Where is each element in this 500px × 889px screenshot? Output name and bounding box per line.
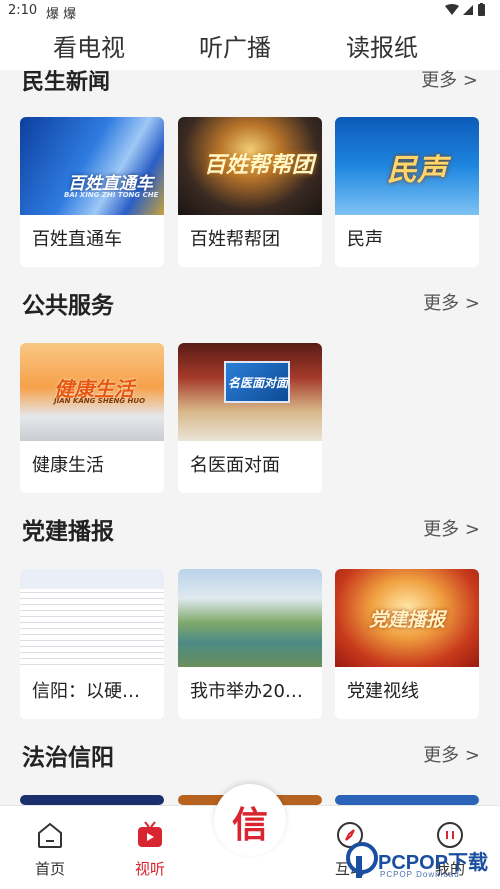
- tab-watch-tv[interactable]: 看电视: [53, 28, 125, 63]
- watermark: PCPOP下载 PCPOP Download: [346, 840, 496, 886]
- section-header-rule-of-law: 法治信阳 更多 >: [0, 734, 500, 774]
- video-card[interactable]: 百姓直通车 BAI XING ZHI TONG CHE 百姓直通车: [20, 117, 164, 267]
- thumbnail: 健康生活 JIAN KANG SHENG HUO: [20, 343, 164, 441]
- thumbnail: 名医面对面: [178, 343, 322, 441]
- more-link[interactable]: 更多 >: [423, 515, 480, 541]
- tv-icon: [138, 821, 162, 847]
- page-header-graphic: [20, 569, 164, 589]
- content-scroll[interactable]: 民生新闻 更多 > 百姓直通车 BAI XING ZHI TONG CHE 百姓…: [0, 70, 500, 805]
- video-card[interactable]: 百姓帮帮团 百姓帮帮团: [178, 117, 322, 267]
- video-card[interactable]: [20, 795, 164, 805]
- card-label: 百姓直通车: [32, 229, 122, 250]
- wifi-battery-icon: [445, 3, 485, 16]
- nav-home[interactable]: 首页: [10, 820, 90, 879]
- center-logo-button[interactable]: 信: [214, 784, 286, 856]
- status-bar: 2:10 爆 爆: [0, 0, 500, 22]
- video-card[interactable]: 我市举办20…: [178, 569, 322, 719]
- section-title: 法治信阳: [22, 745, 114, 771]
- video-card[interactable]: [335, 795, 479, 805]
- video-card[interactable]: 健康生活 JIAN KANG SHENG HUO 健康生活: [20, 343, 164, 493]
- xinyang-logo: 信: [231, 805, 268, 846]
- video-card[interactable]: 信阳：以硬…: [20, 569, 164, 719]
- thumbnail: 百姓帮帮团: [178, 117, 322, 215]
- nav-audiovisual[interactable]: 视听: [110, 820, 190, 879]
- card-label: 我市举办20…: [190, 681, 303, 702]
- more-link[interactable]: 更多 >: [423, 289, 480, 315]
- more-link[interactable]: 更多 >: [423, 741, 480, 767]
- card-label: 百姓帮帮团: [190, 229, 280, 250]
- status-time: 2:10: [8, 3, 38, 18]
- system-icons: [444, 3, 490, 21]
- tab-read-newspaper[interactable]: 读报纸: [346, 28, 418, 63]
- section-header-minsheng: 民生新闻 更多 >: [0, 70, 500, 110]
- notification-icons: 爆 爆: [46, 7, 77, 22]
- thumbnail: [20, 569, 164, 667]
- thumbnail: 百姓直通车 BAI XING ZHI TONG CHE: [20, 117, 164, 215]
- card-label: 党建视线: [347, 681, 419, 702]
- section-title: 民生新闻: [22, 70, 110, 96]
- card-label: 健康生活: [32, 455, 104, 476]
- video-card[interactable]: 党建播报 党建视线: [335, 569, 479, 719]
- card-label: 名医面对面: [190, 455, 280, 476]
- section-header-public-service: 公共服务 更多 >: [0, 282, 500, 322]
- thumbnail: 民声: [335, 117, 479, 215]
- more-link[interactable]: 更多 >: [421, 70, 478, 92]
- thumbnail: [178, 569, 322, 667]
- watermark-logo-icon: [346, 842, 378, 878]
- watermark-subtext: PCPOP Download: [380, 870, 460, 879]
- top-tab-bar: 看电视 听广播 读报纸: [0, 22, 500, 70]
- thumbnail: [20, 795, 164, 805]
- video-card[interactable]: 名医面对面 名医面对面: [178, 343, 322, 493]
- section-title: 党建播报: [22, 519, 114, 545]
- tab-listen-radio[interactable]: 听广播: [199, 28, 271, 63]
- card-label: 民声: [347, 229, 383, 250]
- home-icon: [38, 822, 62, 848]
- section-header-party-news: 党建播报 更多 >: [0, 508, 500, 548]
- card-label: 信阳：以硬…: [32, 681, 140, 702]
- video-card[interactable]: 民声 民声: [335, 117, 479, 267]
- section-title: 公共服务: [22, 293, 114, 319]
- thumbnail: [335, 795, 479, 805]
- thumbnail: 党建播报: [335, 569, 479, 667]
